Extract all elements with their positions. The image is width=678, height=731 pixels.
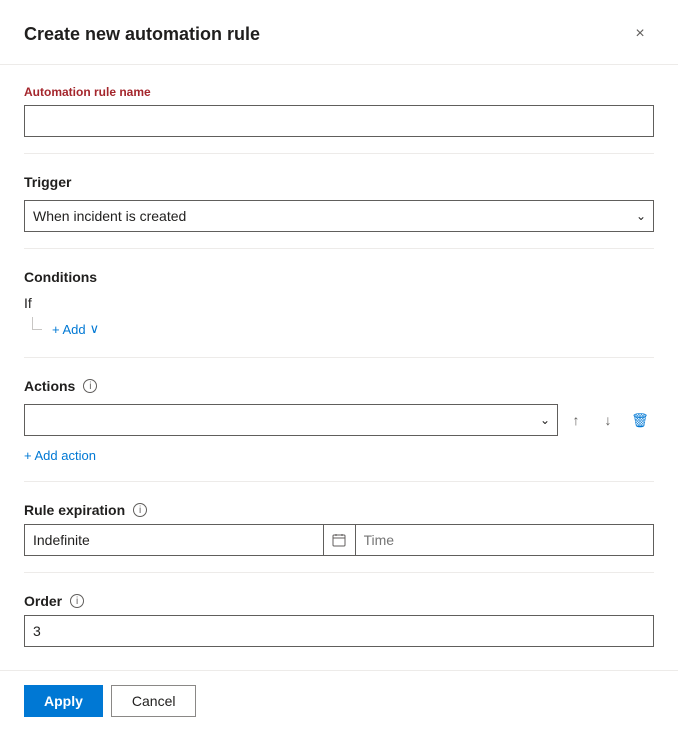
dialog-body: Automation rule name Trigger When incide… — [0, 65, 678, 670]
order-header-row: Order i — [24, 593, 654, 609]
trigger-select[interactable]: When incident is created When incident i… — [24, 200, 654, 232]
order-info-icon[interactable]: i — [70, 594, 84, 608]
dialog-header: Create new automation rule × — [0, 0, 678, 65]
trigger-select-wrapper: When incident is created When incident i… — [24, 200, 654, 232]
actions-header-row: Actions i — [24, 378, 654, 394]
expiration-label: Rule expiration — [24, 502, 125, 518]
conditions-section: Conditions If + Add ∨ — [24, 249, 654, 358]
order-label: Order — [24, 593, 62, 609]
actions-move-down-button[interactable]: ↓ — [594, 406, 622, 434]
dialog-title: Create new automation rule — [24, 24, 260, 45]
trigger-section: Trigger When incident is created When in… — [24, 154, 654, 249]
actions-section: Actions i Assign owner Change status Cha… — [24, 358, 654, 482]
order-section: Order i — [24, 573, 654, 663]
expiration-header-row: Rule expiration i — [24, 502, 654, 518]
apply-button[interactable]: Apply — [24, 685, 103, 717]
expiration-row: Indefinite — [24, 524, 654, 556]
actions-row-container: Assign owner Change status Change severi… — [24, 404, 654, 465]
actions-info-icon[interactable]: i — [83, 379, 97, 393]
automation-rule-name-input[interactable] — [24, 105, 654, 137]
add-action-label: + Add action — [24, 448, 96, 463]
expiration-calendar-icon[interactable] — [323, 524, 355, 556]
conditions-add-chevron-icon: ∨ — [90, 321, 100, 337]
conditions-tree: + Add ∨ — [24, 317, 654, 341]
dialog-footer: Apply Cancel — [0, 670, 678, 731]
create-automation-rule-dialog: Create new automation rule × Automation … — [0, 0, 678, 731]
order-input[interactable] — [24, 615, 654, 647]
move-up-icon: ↑ — [573, 412, 580, 428]
actions-delete-button[interactable]: 🗑 — [626, 406, 654, 434]
move-down-icon: ↓ — [605, 412, 612, 428]
add-action-button[interactable]: + Add action — [24, 446, 96, 465]
expiration-text: Indefinite — [33, 532, 90, 548]
expiration-time-input[interactable] — [355, 524, 655, 556]
expiration-info-icon[interactable]: i — [133, 503, 147, 517]
delete-icon: 🗑 — [631, 412, 649, 429]
actions-move-up-button[interactable]: ↑ — [562, 406, 590, 434]
close-button[interactable]: × — [626, 20, 654, 48]
expiration-value: Indefinite — [24, 524, 323, 556]
conditions-if-label: If — [24, 295, 654, 311]
rule-expiration-section: Rule expiration i Indefinite — [24, 482, 654, 573]
actions-label: Actions — [24, 378, 75, 394]
actions-select-row: Assign owner Change status Change severi… — [24, 404, 654, 436]
conditions-label: Conditions — [24, 269, 654, 285]
conditions-add-button[interactable]: + Add ∨ — [40, 317, 103, 341]
automation-rule-name-section: Automation rule name — [24, 65, 654, 154]
conditions-add-label: + Add — [52, 322, 86, 337]
order-input-wrapper — [24, 615, 654, 647]
actions-select[interactable]: Assign owner Change status Change severi… — [24, 404, 558, 436]
cancel-button[interactable]: Cancel — [111, 685, 197, 717]
trigger-label: Trigger — [24, 174, 654, 190]
automation-rule-name-label: Automation rule name — [24, 85, 654, 99]
actions-select-wrapper: Assign owner Change status Change severi… — [24, 404, 558, 436]
